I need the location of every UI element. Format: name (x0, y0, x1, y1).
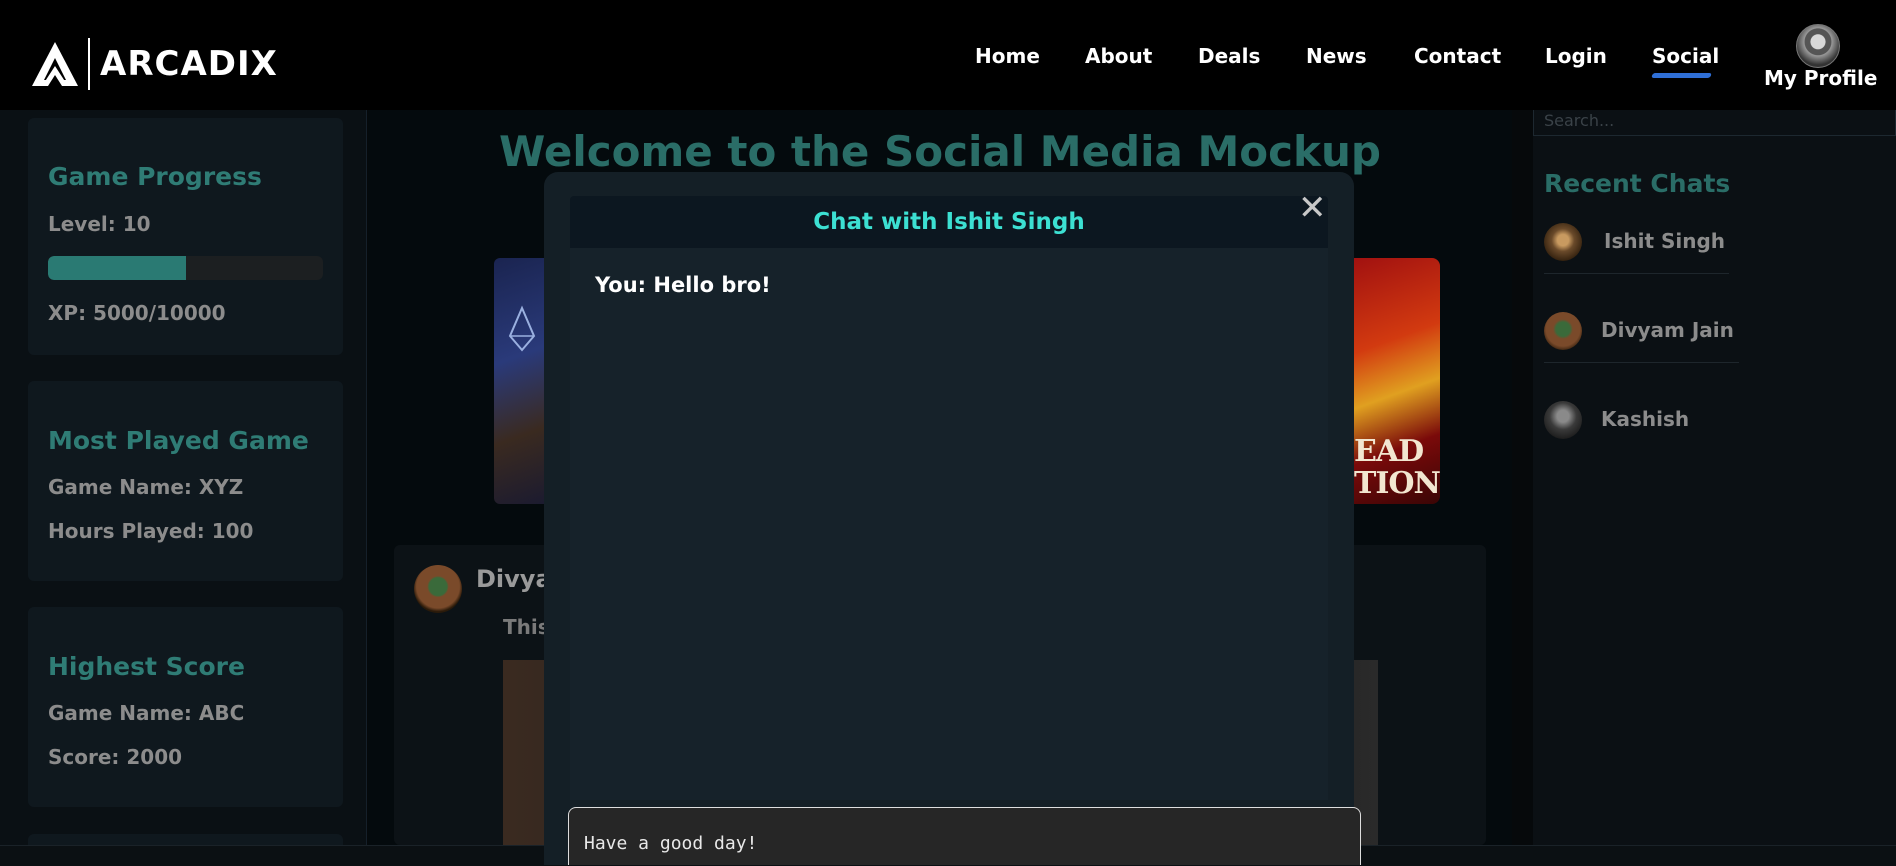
chat-modal-header: Chat with Ishit Singh (570, 196, 1328, 248)
chat-name: Kashish (1601, 407, 1690, 431)
nav-about[interactable]: About (1085, 44, 1152, 68)
highest-score-card: Highest Score Game Name: ABC Score: 2000 (28, 607, 343, 807)
arcadix-logo[interactable]: ARCADIX (30, 38, 278, 90)
hours-played-text: Hours Played: 100 (48, 519, 254, 543)
xp-text: XP: 5000/10000 (48, 301, 226, 325)
recent-chats-title: Recent Chats (1544, 169, 1731, 198)
chat-messages-area: You: Hello bro! (570, 248, 1328, 800)
chat-avatar (1544, 312, 1582, 350)
logo-triangle-icon (32, 42, 78, 86)
post-author-name[interactable]: Divya (476, 565, 552, 593)
game-cover-image-right[interactable]: EADTIONII (1346, 258, 1440, 504)
level-text: Level: 10 (48, 212, 151, 236)
post-text: This (503, 615, 550, 639)
nav-deals[interactable]: Deals (1198, 44, 1260, 68)
nav-login[interactable]: Login (1545, 44, 1607, 68)
most-played-card: Most Played Game Game Name: XYZ Hours Pl… (28, 381, 343, 581)
chat-avatar (1544, 401, 1582, 439)
close-icon[interactable]: ✕ (1298, 188, 1327, 228)
chat-avatar (1544, 223, 1582, 261)
highest-score-game-name: Game Name: ABC (48, 701, 245, 725)
logo-text: ARCADIX (100, 44, 278, 84)
xp-progress-fill (48, 256, 186, 280)
profile-avatar (1796, 24, 1840, 68)
nav-home[interactable]: Home (975, 44, 1040, 68)
chat-divider (1544, 362, 1739, 363)
chat-message-input[interactable] (568, 807, 1361, 865)
chat-modal-title: Chat with Ishit Singh (813, 209, 1085, 235)
chat-item-divyam-jain[interactable]: Divyam Jain (1544, 298, 1744, 363)
post-author-avatar[interactable] (414, 565, 462, 613)
xp-progress-bar (48, 256, 323, 280)
most-played-title: Most Played Game (48, 426, 309, 455)
chat-item-ishit-singh[interactable]: Ishit Singh (1544, 209, 1734, 274)
nav-news[interactable]: News (1306, 44, 1367, 68)
game-cover-art-text: EADTIONII (1354, 434, 1440, 501)
left-sidebar: Game Progress Level: 10 XP: 5000/10000 M… (0, 110, 367, 864)
top-navigation-bar: ARCADIX Home About Deals News Contact Lo… (0, 0, 1896, 110)
most-played-game-name: Game Name: XYZ (48, 475, 244, 499)
chat-item-kashish[interactable]: Kashish (1544, 387, 1704, 447)
page-title: Welcome to the Social Media Mockup (499, 127, 1381, 176)
game-progress-card: Game Progress Level: 10 XP: 5000/10000 (28, 118, 343, 355)
my-profile-button[interactable]: My Profile (1764, 24, 1878, 90)
chat-divider (1544, 273, 1729, 274)
nav-social[interactable]: Social (1651, 44, 1720, 78)
logo-divider (88, 38, 90, 90)
chat-name: Ishit Singh (1604, 229, 1726, 253)
highest-score-title: Highest Score (48, 652, 245, 681)
nav-contact[interactable]: Contact (1414, 44, 1501, 68)
profile-label: My Profile (1764, 66, 1878, 90)
active-nav-underline (1651, 73, 1713, 78)
chat-message: You: Hello bro! (595, 273, 771, 297)
nav-social-label: Social (1652, 44, 1720, 68)
game-progress-title: Game Progress (48, 162, 262, 191)
chat-name: Divyam Jain (1601, 318, 1734, 342)
score-text: Score: 2000 (48, 745, 183, 769)
